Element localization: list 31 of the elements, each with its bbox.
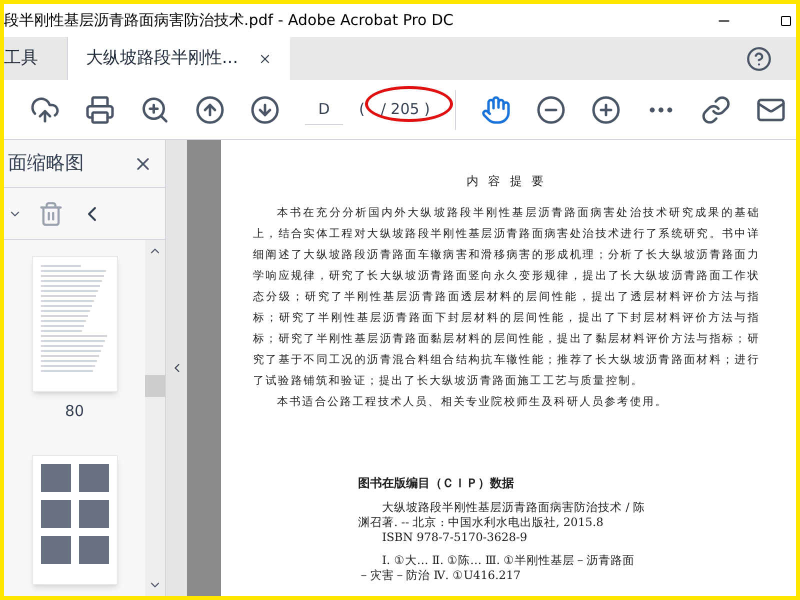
zoom-in-icon[interactable] xyxy=(590,94,621,124)
zoom-out-icon[interactable] xyxy=(536,94,566,124)
page-thumbnail[interactable] xyxy=(32,256,118,392)
cip-text: ISBN 978-7-5170-3628-9 xyxy=(381,530,528,545)
help-icon[interactable] xyxy=(746,46,772,72)
print-icon[interactable] xyxy=(85,94,115,124)
page-number-label: 80 xyxy=(64,401,84,422)
page-bracket: ( xyxy=(359,99,365,120)
hand-tool-icon[interactable] xyxy=(480,94,511,124)
next-page-icon[interactable] xyxy=(250,94,280,124)
page-number-field[interactable]: D xyxy=(305,94,343,126)
maximize-icon[interactable] xyxy=(780,14,792,26)
link-icon[interactable] xyxy=(700,94,731,124)
cip-text: 大纵坡路段半刚性基层沥青路面病害防治技术 / 陈渊召著. -- 北京 : 中国水利水电出版社, 2015.8 xyxy=(358,500,646,530)
scrollbar[interactable] xyxy=(145,240,165,596)
cip-text: －灾害－防治 Ⅳ. ①U416.217 xyxy=(358,568,522,583)
page-count: / 205 ) xyxy=(380,99,430,120)
previous-page-icon[interactable] xyxy=(195,94,225,124)
scrollbar-thumb[interactable] xyxy=(145,375,165,397)
cip-heading: 图书在版编目（ＣＩＰ）数据 xyxy=(358,475,515,492)
window-title: 段半刚性基层沥青路面病害防治技术.pdf - Adobe Acrobat Pro DC xyxy=(4,10,454,32)
page-thumbnail[interactable] xyxy=(32,454,118,584)
tab[interactable]: 大纵坡路段半刚性... xyxy=(68,37,290,80)
paragraph: 本书适合公路工程技术人员、相关专业院校师生及科研人员参考使用。 xyxy=(276,394,669,410)
paragraph: 本书在充分分析国内外大纵坡路段半刚性基层沥青路面病害处治技术研究成果的基础上，结合实体工程对大纵坡路段半刚性基层沥青路面病害处治技术进行了系统研究。书中详细阐述了大纵坡路段沥青路面车辙病害和滑移病害的形成机理；分析了长大纵坡沥青路面力学响应规律，研究了长大纵坡沥青路面竖向永久变形规律，提出了长大纵坡沥青路面工作状态分级；研究了半刚性基层沥青路面透层材料的层间性能，提出了透层材料评价方法与指标；研究了半刚性基层沥青路面下封层材料的层间性能，提出了下封层材料评价方法与指标；研究了半刚性基层沥青路面黏层材料的层间性能，提出了黏层材料评价方法与指标；研究了基于不同工况的沥青混合料组合结构抗车辙性能；推荐了长大纵坡沥青路面材料；进行了试验路铺筑和验证；提出了长大纵坡沥青路面施工工艺与质量控制。 xyxy=(253,205,760,389)
cip-text: Ⅰ. ①大… Ⅱ. ①陈… Ⅲ. ①半刚性基层－沥青路面 xyxy=(381,553,636,568)
panel-title: 面缩略图 xyxy=(8,151,84,176)
upload-icon[interactable] xyxy=(30,94,60,124)
search-icon[interactable] xyxy=(140,94,170,124)
tab[interactable]: 工具 xyxy=(4,37,68,80)
section-heading: 内 容 提 要 xyxy=(465,173,548,190)
